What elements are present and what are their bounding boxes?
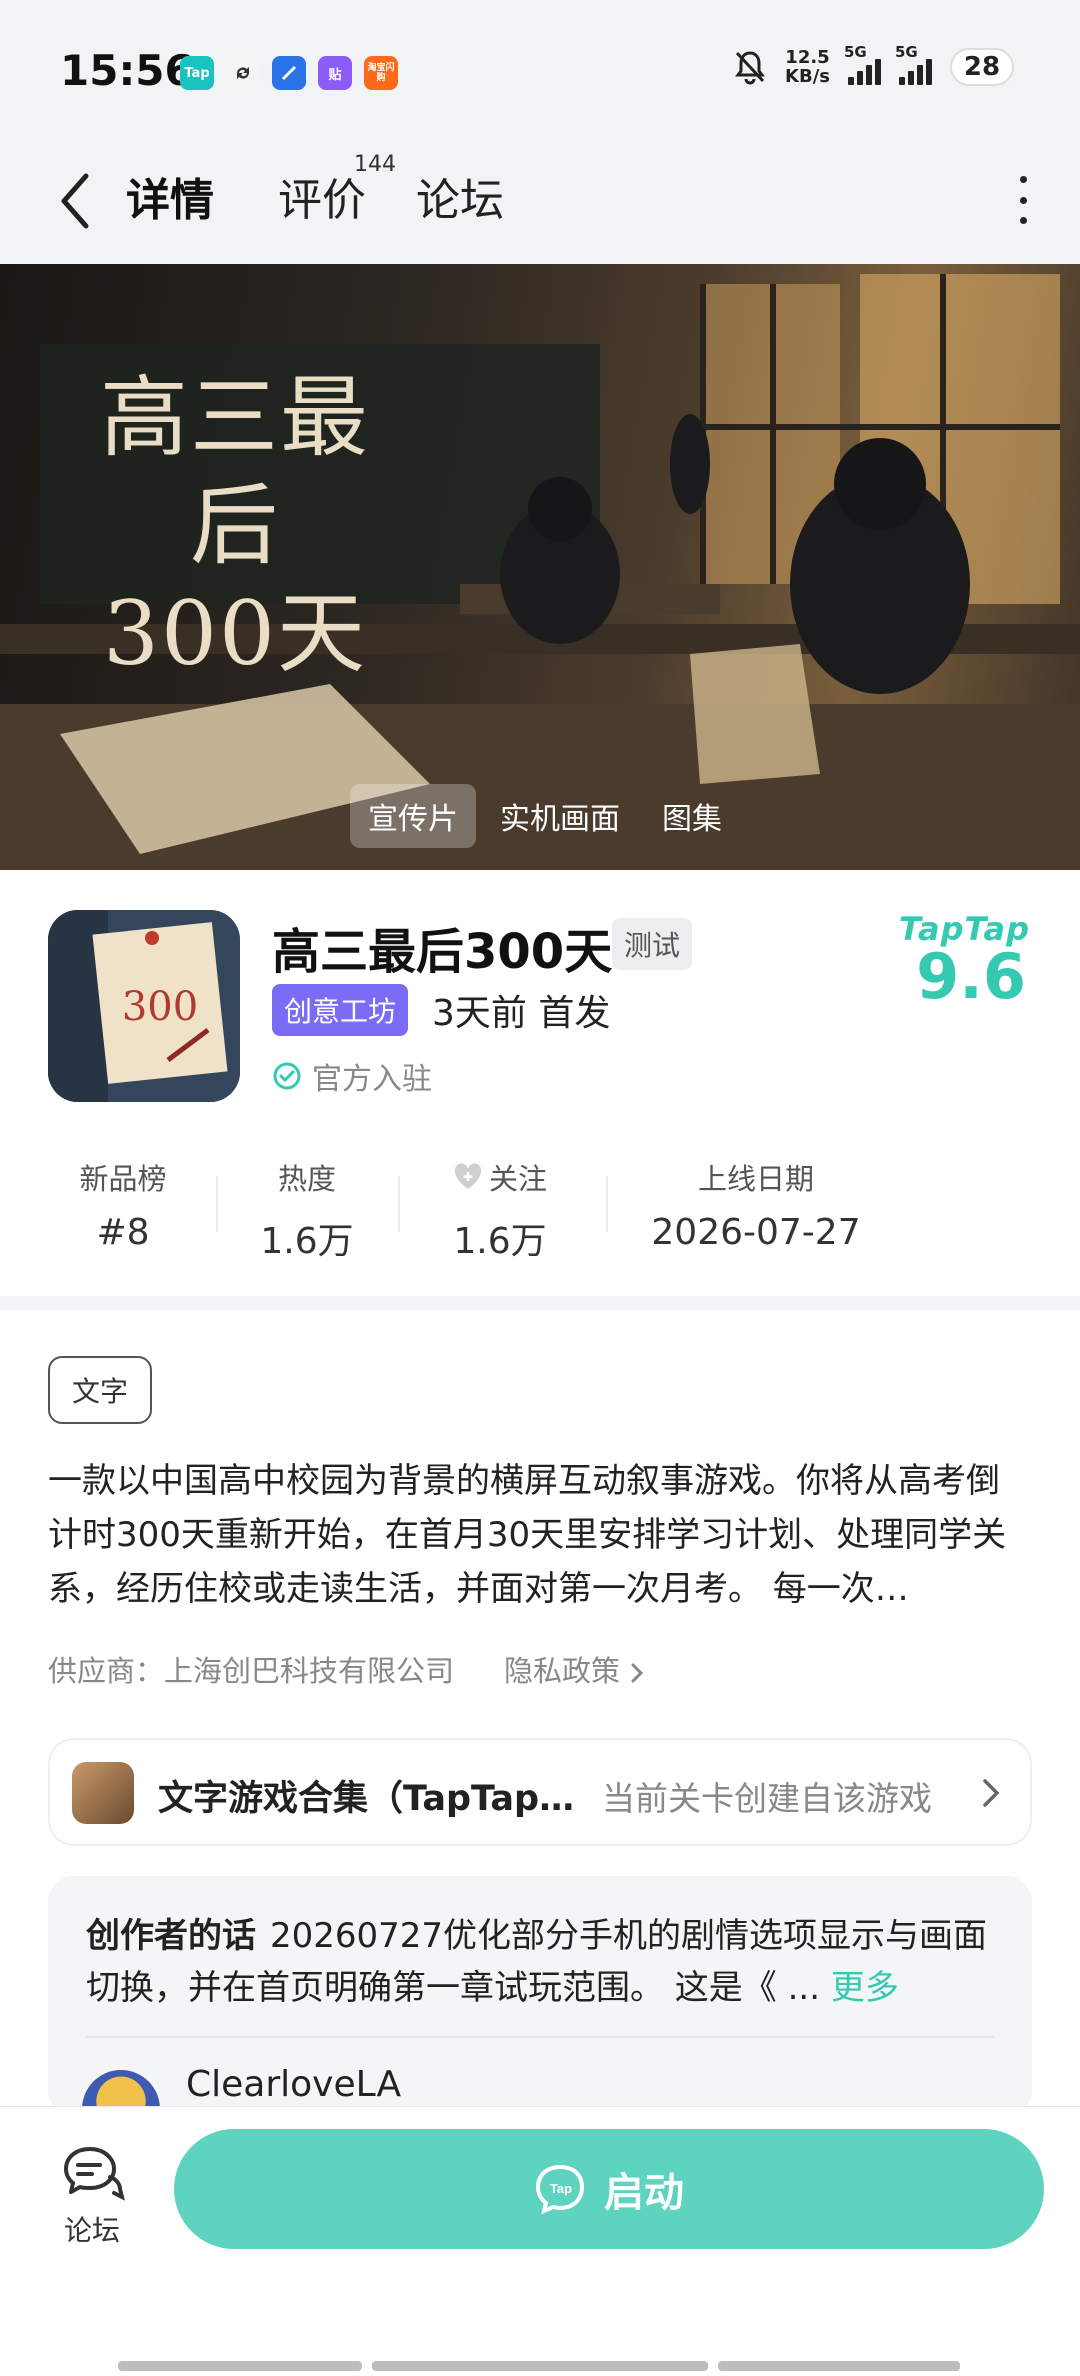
creative-workshop-tag[interactable]: 创意工坊 xyxy=(272,984,409,1036)
creator-note-card[interactable]: 创作者的话 20260727优化部分手机的剧情选项显示与画面切换，并在首页明确第一… xyxy=(48,1876,1032,2116)
tieba-notification-icon: 贴 xyxy=(318,56,352,90)
bottom-action-bar: 论坛 Tap 启动 xyxy=(0,2106,1080,2376)
gesture-bar-segment xyxy=(718,2361,960,2371)
game-icon-image: 300 xyxy=(48,910,240,1102)
collection-card[interactable]: 文字游戏合集（TapTap… 当前关卡创建自该游戏 xyxy=(48,1738,1032,1846)
tab-forum[interactable]: 论坛 xyxy=(416,164,504,228)
gesture-bar-segment xyxy=(118,2361,362,2371)
stats-row: 新品榜 #8 热度 1.6万 关注 1.6万 上线日期 2026-07-27 xyxy=(0,1156,1080,1262)
gesture-bar-segment xyxy=(372,2361,708,2371)
tab-detail[interactable]: 详情 xyxy=(122,164,218,228)
privacy-policy-link[interactable]: 隐私政策 xyxy=(504,1648,645,1690)
taptap-logo-icon: Tap xyxy=(535,2164,585,2215)
beta-badge: 测试 xyxy=(612,918,693,970)
stat-new-rank[interactable]: 新品榜 #8 xyxy=(58,1156,188,1253)
stat-launch-date: 上线日期 2026-07-27 xyxy=(651,1162,861,1253)
media-tab-gameplay[interactable]: 实机画面 xyxy=(482,784,638,848)
chevron-right-icon xyxy=(631,1663,644,1683)
game-title: 高三最后300天 xyxy=(272,924,613,980)
author-name[interactable]: ClearloveLA xyxy=(186,2064,401,2105)
taobao-flash-notification-icon: 淘宝闪购 xyxy=(364,56,398,90)
status-bar: 15:56 Tap 贴 淘宝闪购 12.5 KB/s 5G 5G 28 xyxy=(0,0,1080,138)
media-tab-trailer[interactable]: 宣传片 xyxy=(350,784,476,848)
stat-popularity: 热度 1.6万 xyxy=(260,1162,354,1262)
release-info: 3天前 首发 xyxy=(432,993,611,1034)
browser-notification-icon xyxy=(272,56,306,90)
section-divider xyxy=(0,1296,1080,1310)
stat-followers: 关注 1.6万 xyxy=(453,1162,547,1262)
signal-5g-icon-1: 5G xyxy=(844,43,881,85)
svg-text:Tap: Tap xyxy=(550,2181,572,2196)
collection-title: 文字游戏合集（TapTap… xyxy=(158,1779,575,1819)
supplier-info: 供应商：上海创巴科技有限公司 xyxy=(48,1654,455,1688)
rating-score[interactable]: 9.6 xyxy=(916,940,1026,1013)
back-button[interactable] xyxy=(52,168,98,234)
network-speed: 12.5 KB/s xyxy=(785,47,830,87)
creator-note: 创作者的话 20260727优化部分手机的剧情选项显示与画面切换，并在首页明确第一… xyxy=(86,1910,1006,2014)
game-description[interactable]: 一款以中国高中校园为背景的横屏互动叙事游戏。你将从高考倒计时300天重新开始，在… xyxy=(48,1454,1032,1616)
media-banner[interactable]: 高三最后 300天 宣传片 实机画面 图集 xyxy=(0,264,1080,870)
official-badge: 官方入驻 xyxy=(272,1054,432,1098)
collection-status: 当前关卡创建自该游戏 xyxy=(602,1779,932,1818)
genre-tag-text[interactable]: 文字 xyxy=(48,1356,153,1424)
creator-more-link[interactable]: 更多 xyxy=(831,1968,899,2008)
review-count: 144 xyxy=(354,152,396,177)
banner-title: 高三最后 300天 xyxy=(99,366,370,685)
heart-add-icon xyxy=(454,1163,482,1189)
media-tab-gallery[interactable]: 图集 xyxy=(644,784,740,848)
status-right: 12.5 KB/s 5G 5G 28 xyxy=(733,43,1014,87)
chevron-right-icon xyxy=(980,1776,1002,1814)
sync-notification-icon xyxy=(226,56,260,90)
forum-chat-icon xyxy=(64,2147,125,2201)
check-circle-icon xyxy=(273,1062,301,1090)
signal-5g-icon-2: 5G xyxy=(895,43,932,85)
more-dot-icon xyxy=(1019,176,1027,183)
status-time: 15:56 xyxy=(60,46,194,95)
battery-indicator: 28 xyxy=(950,48,1014,86)
launch-button[interactable]: Tap 启动 xyxy=(174,2129,1044,2249)
forum-button[interactable] xyxy=(60,2143,126,2203)
tab-review[interactable]: 评价 xyxy=(278,164,366,228)
game-icon-note-text: 300 xyxy=(122,984,198,1030)
mute-bell-icon xyxy=(735,51,766,85)
taptap-notification-icon: Tap xyxy=(180,56,214,90)
top-nav: 详情 评价 144 论坛 xyxy=(0,138,1080,264)
status-app-icons: Tap 贴 淘宝闪购 xyxy=(180,56,398,90)
forum-label[interactable]: 论坛 xyxy=(64,2209,120,2249)
creator-note-label: 创作者的话 xyxy=(86,1916,256,1956)
collection-avatar xyxy=(72,1762,134,1824)
media-tabs: 宣传片 实机画面 图集 xyxy=(350,784,740,848)
chevron-left-icon xyxy=(61,173,89,229)
game-icon: 300 xyxy=(48,910,240,1102)
more-options-button[interactable] xyxy=(1008,170,1038,230)
